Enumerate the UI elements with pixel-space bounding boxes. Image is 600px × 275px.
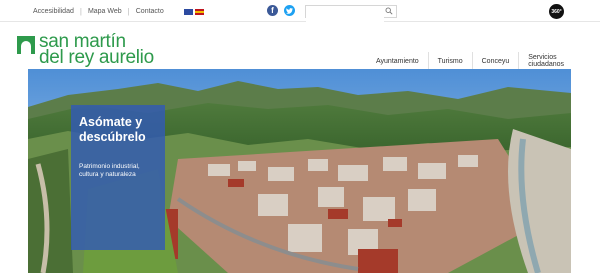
hero-caption: Asómate y descúbrelo Patrimonio industri… xyxy=(71,105,165,250)
hero-title: Asómate y descúbrelo xyxy=(79,115,146,144)
site-logo[interactable]: san martín del rey aurelio xyxy=(17,32,154,68)
nav-item-ayuntamiento[interactable]: Ayuntamiento xyxy=(367,58,428,65)
view-360-button[interactable]: 360° xyxy=(549,4,564,19)
flag-english-icon[interactable] xyxy=(183,8,193,15)
accessibility-link[interactable]: Accesibilidad xyxy=(27,8,80,15)
top-utility-bar: Accesibilidad | Mapa Web | Contacto f 36… xyxy=(0,0,600,23)
logo-mark-icon xyxy=(17,36,35,54)
social-links: f xyxy=(267,5,295,16)
main-navigation: Ayuntamiento Turismo Conceyu Servicios c… xyxy=(367,52,600,70)
hero-slider[interactable]: Asómate y descúbrelo Patrimonio industri… xyxy=(28,69,571,273)
sitemap-link[interactable]: Mapa Web xyxy=(82,8,128,15)
utility-links: Accesibilidad | Mapa Web | Contacto xyxy=(27,7,204,16)
search-input[interactable] xyxy=(306,12,384,23)
facebook-icon[interactable]: f xyxy=(267,5,278,16)
language-selector xyxy=(183,8,204,15)
logo-text: san martín del rey aurelio xyxy=(39,32,154,68)
twitter-icon[interactable] xyxy=(284,5,295,16)
nav-item-conceyu[interactable]: Conceyu xyxy=(473,58,519,65)
nav-item-servicios[interactable]: Servicios ciudadanos xyxy=(519,54,600,68)
search-box xyxy=(305,5,397,23)
hero-subtitle: Patrimonio industrial, cultura y natural… xyxy=(79,163,140,178)
nav-item-turismo[interactable]: Turismo xyxy=(429,58,472,65)
contact-link[interactable]: Contacto xyxy=(130,8,170,15)
search-icon[interactable] xyxy=(385,7,393,15)
logo-line-2: del rey aurelio xyxy=(39,47,154,68)
flag-spanish-icon[interactable] xyxy=(194,8,204,15)
